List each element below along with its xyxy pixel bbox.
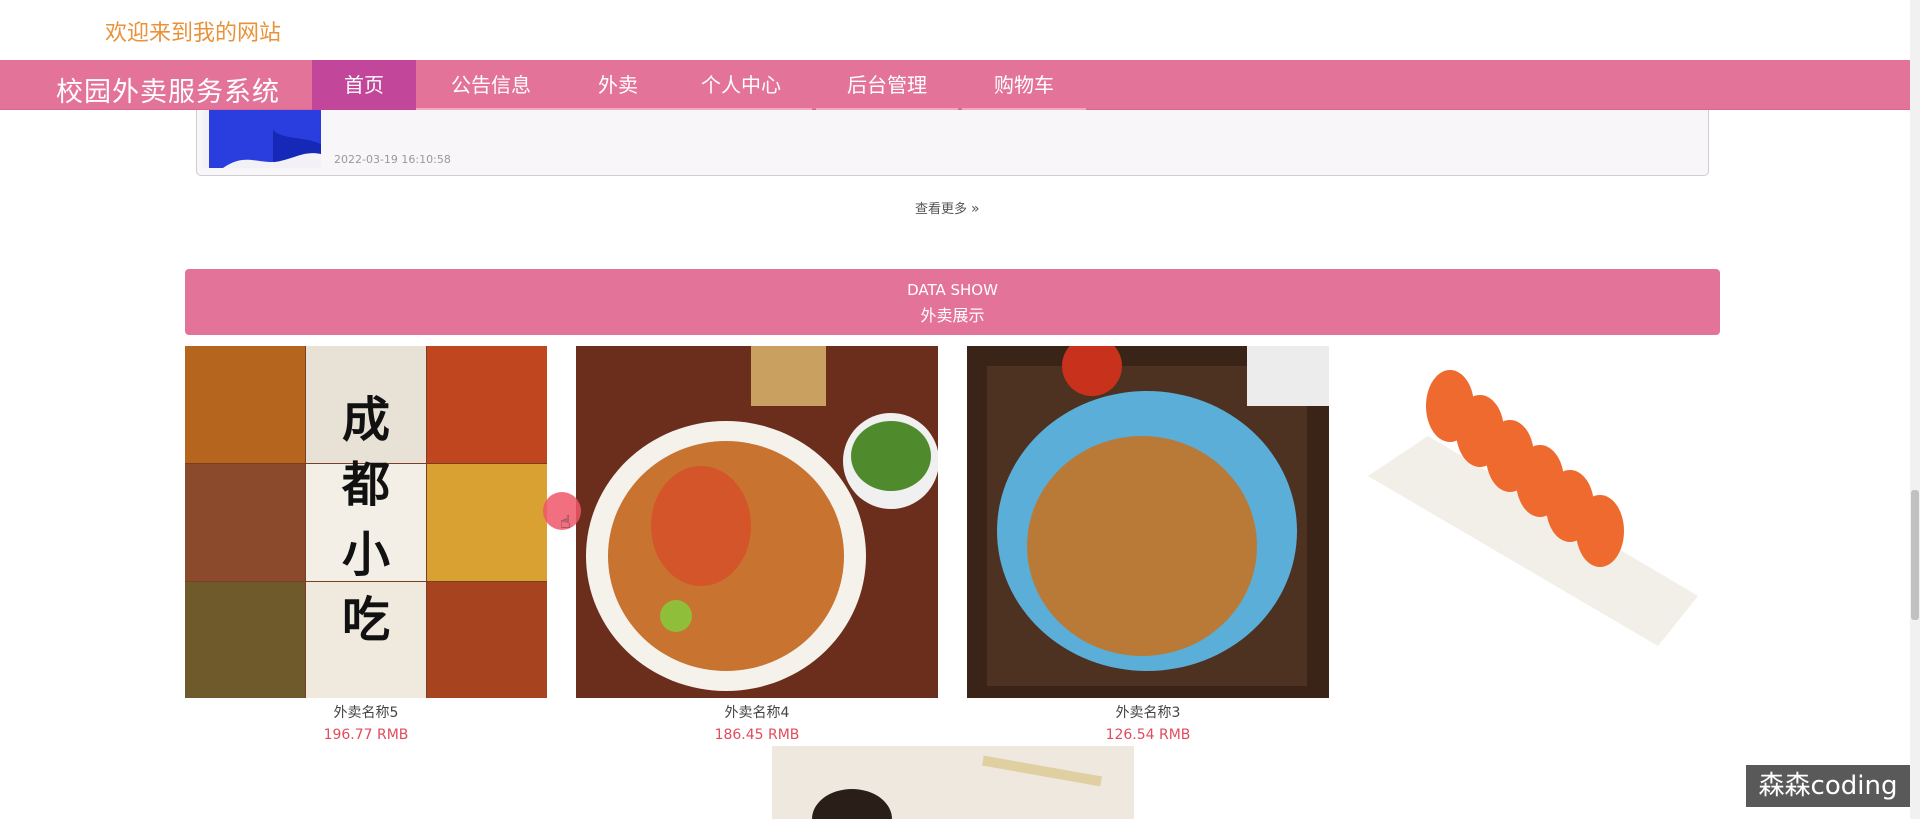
page: 欢迎来到我的网站 2022-03-19 16:10:58 校园外卖服务系统 首页… [0, 0, 1920, 819]
product-image[interactable]: 成 都 小 吃 [185, 346, 547, 698]
nav-item-home[interactable]: 首页 [312, 60, 416, 110]
page-scrollbar[interactable] [1910, 0, 1920, 819]
svg-text:成: 成 [342, 392, 390, 448]
product-image[interactable] [1358, 346, 1720, 698]
site-brand[interactable]: 校园外卖服务系统 [56, 70, 280, 109]
product-card[interactable]: 外卖名称4 186.45 RMB [576, 346, 938, 743]
view-more-label: 查看更多 [915, 202, 968, 217]
double-chevron-right-icon: » [971, 201, 980, 217]
svg-text:吃: 吃 [342, 592, 390, 648]
nav-item-cart[interactable]: 购物车 [962, 60, 1086, 110]
section-title-en: DATA SHOW [907, 281, 998, 299]
nav-item-profile[interactable]: 个人中心 [670, 60, 812, 110]
product-name: 外卖名称5 [333, 705, 399, 721]
scrollbar-thumb[interactable] [1911, 490, 1919, 620]
watermark: 森森coding [1746, 765, 1910, 807]
nav-item-admin[interactable]: 后台管理 [816, 60, 958, 110]
welcome-bar: 欢迎来到我的网站 [0, 0, 1920, 60]
svg-text:都: 都 [341, 457, 390, 513]
product-price: 126.54 RMB [1105, 727, 1191, 743]
product-card[interactable] [1358, 346, 1720, 703]
product-image[interactable] [576, 346, 938, 698]
hand-cursor-icon: ☝ [560, 512, 571, 533]
section-banner: DATA SHOW 外卖展示 [185, 269, 1720, 335]
news-card[interactable]: 2022-03-19 16:10:58 [196, 110, 1709, 176]
news-thumbnail [203, 110, 321, 168]
product-image[interactable] [967, 346, 1329, 698]
product-price: 186.45 RMB [714, 727, 800, 743]
news-date: 2022-03-19 16:10:58 [334, 153, 451, 166]
welcome-text: 欢迎来到我的网站 [105, 21, 282, 46]
product-name: 外卖名称3 [1115, 705, 1181, 721]
product-price: 196.77 RMB [323, 727, 409, 743]
top-navbar: 校园外卖服务系统 首页 公告信息 外卖 个人中心 后台管理 购物车 [0, 60, 1910, 110]
nav-item-takeout[interactable]: 外卖 [566, 60, 670, 110]
product-card[interactable]: 外卖名称3 126.54 RMB [967, 346, 1329, 743]
product-card[interactable]: 成 都 小 吃 外卖名称5 196.77 RMB [185, 346, 547, 743]
view-more-link[interactable]: 查看更多» [915, 198, 980, 217]
section-title-zh: 外卖展示 [920, 306, 985, 325]
product-name: 外卖名称4 [724, 705, 790, 721]
nav-item-notices[interactable]: 公告信息 [416, 60, 566, 110]
product-image-partial[interactable] [772, 746, 1134, 819]
svg-text:小: 小 [342, 527, 390, 583]
